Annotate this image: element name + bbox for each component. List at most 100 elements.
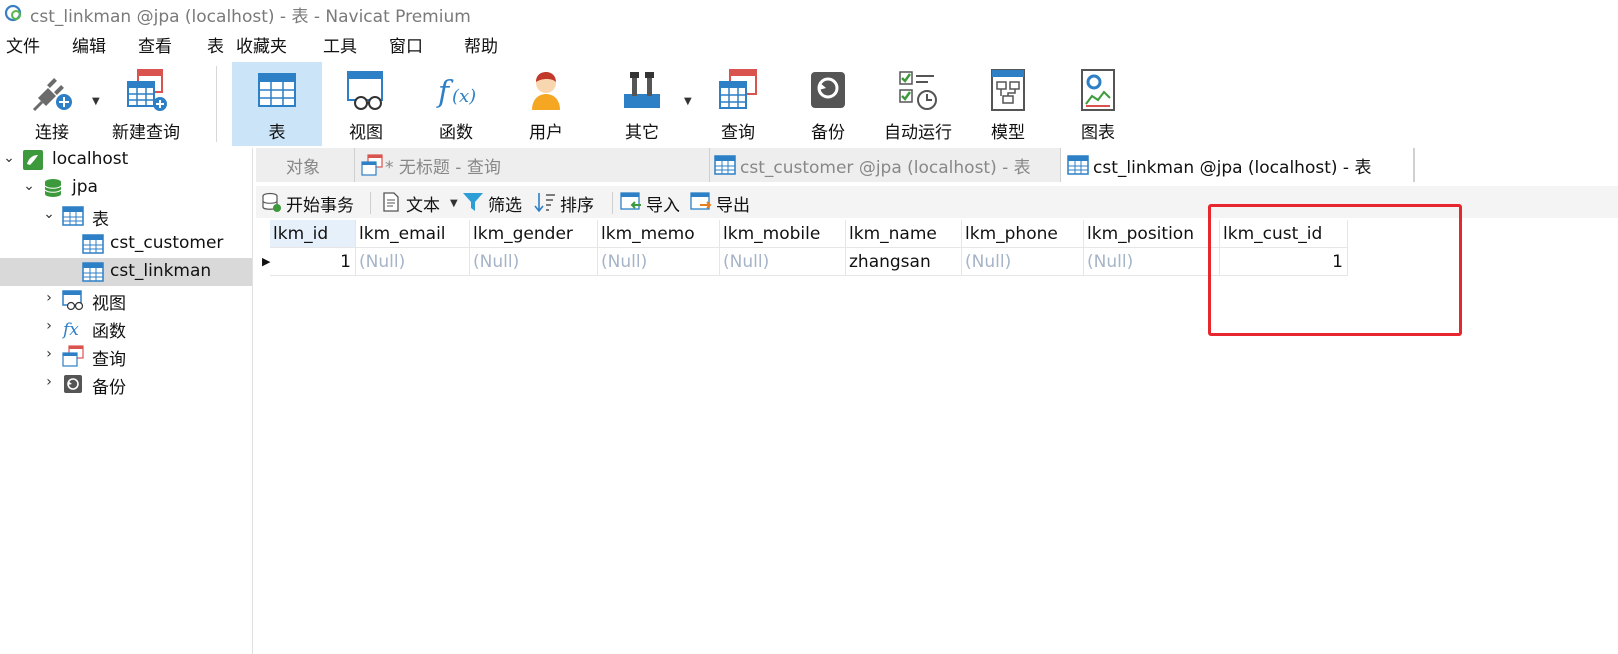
chevron-right-icon[interactable]: › xyxy=(42,346,56,362)
tree-group-queries[interactable]: › 查询 xyxy=(0,342,252,370)
new-query-button[interactable]: 新建查询 xyxy=(106,62,186,146)
table-icon xyxy=(62,206,84,226)
menu-edit[interactable]: 编辑 xyxy=(72,32,106,57)
chevron-down-icon[interactable]: ⌄ xyxy=(2,150,16,166)
menu-view[interactable]: 查看 xyxy=(138,32,172,57)
menu-table[interactable]: 表 xyxy=(207,32,224,57)
query-button[interactable]: 查询 xyxy=(698,62,778,146)
object-tree-sidebar: ⌄ localhost ⌄ jpa ⌄ 表 cst_customer cst_l… xyxy=(0,148,253,654)
cell-lkm-gender[interactable]: (Null) xyxy=(470,248,598,276)
column-header-lkm-name[interactable]: lkm_name xyxy=(846,220,962,248)
column-header-lkm-id[interactable]: lkm_id xyxy=(270,220,356,248)
menu-tools[interactable]: 工具 xyxy=(323,32,357,57)
column-header-lkm-position[interactable]: lkm_position xyxy=(1084,220,1220,248)
export-label: 导出 xyxy=(716,196,750,216)
cell-lkm-phone[interactable]: (Null) xyxy=(962,248,1084,276)
plug-icon xyxy=(32,78,72,112)
action-divider xyxy=(370,192,371,214)
chevron-right-icon[interactable]: › xyxy=(42,374,56,390)
tree-connection-localhost[interactable]: ⌄ localhost xyxy=(0,146,252,174)
model-label: 模型 xyxy=(991,123,1025,143)
menu-window[interactable]: 窗口 xyxy=(389,32,423,57)
connect-dropdown-icon[interactable]: ▼ xyxy=(92,96,100,107)
tree-database-jpa[interactable]: ⌄ jpa xyxy=(0,174,252,202)
menu-favorites[interactable]: 收藏夹 xyxy=(236,32,287,57)
other-dropdown-icon[interactable]: ▼ xyxy=(684,96,692,107)
sort-icon xyxy=(534,193,555,213)
cell-lkm-position[interactable]: (Null) xyxy=(1084,248,1220,276)
text-dropdown-icon[interactable]: ▼ xyxy=(450,198,458,209)
sort-button[interactable]: 排序 xyxy=(534,188,606,216)
tree-label-tables: 表 xyxy=(92,210,109,230)
tab-objects[interactable]: 对象 xyxy=(256,148,355,182)
filter-button[interactable]: 筛选 xyxy=(462,188,532,216)
chevron-down-icon[interactable]: ⌄ xyxy=(42,206,56,222)
tab-untitled-query[interactable]: * 无标题 - 查询 xyxy=(355,148,710,182)
backup-icon xyxy=(64,375,82,393)
text-button[interactable]: 文本 ▼ xyxy=(380,188,460,216)
tree-table-cst-linkman[interactable]: cst_linkman xyxy=(0,258,252,286)
chevron-right-icon[interactable]: › xyxy=(42,318,56,334)
chart-label: 图表 xyxy=(1081,123,1115,143)
cell-lkm-email[interactable]: (Null) xyxy=(356,248,470,276)
chevron-right-icon[interactable]: › xyxy=(42,290,56,306)
tree-label-views: 视图 xyxy=(92,294,126,314)
other-button[interactable]: 其它 xyxy=(602,62,682,146)
new-query-icon xyxy=(127,69,167,111)
view-button[interactable]: 视图 xyxy=(326,62,406,146)
column-header-lkm-email[interactable]: lkm_email xyxy=(356,220,470,248)
data-grid: lkm_id lkm_email lkm_gender lkm_memo lkm… xyxy=(256,220,1618,654)
cell-lkm-cust-id[interactable]: 1 xyxy=(1220,248,1348,276)
tree-group-tables[interactable]: ⌄ 表 xyxy=(0,202,252,230)
tab-cst-linkman[interactable]: cst_linkman @jpa (localhost) - 表 xyxy=(1061,148,1414,182)
database-icon xyxy=(44,179,62,197)
function-label: 函数 xyxy=(439,123,473,143)
cell-lkm-name[interactable]: zhangsan xyxy=(846,248,962,276)
other-label: 其它 xyxy=(625,123,659,143)
connect-button[interactable]: 连接 xyxy=(10,62,94,146)
column-header-lkm-gender[interactable]: lkm_gender xyxy=(470,220,598,248)
model-button[interactable]: 模型 xyxy=(968,62,1048,146)
import-button[interactable]: 导入 xyxy=(620,188,692,216)
export-button[interactable]: 导出 xyxy=(690,188,762,216)
menu-file[interactable]: 文件 xyxy=(6,32,40,57)
user-button[interactable]: 用户 xyxy=(506,62,586,146)
tab-bar: 对象 * 无标题 - 查询 cst_customer @jpa (localho… xyxy=(256,148,1618,182)
cell-lkm-id[interactable]: 1 xyxy=(270,248,356,276)
export-icon xyxy=(690,192,712,210)
tree-group-functions[interactable]: › fx 函数 xyxy=(0,314,252,342)
backup-button[interactable]: 备份 xyxy=(788,62,868,146)
tree-label-cst-customer: cst_customer xyxy=(110,233,224,253)
tree-label-queries: 查询 xyxy=(92,350,126,370)
cell-lkm-mobile[interactable]: (Null) xyxy=(720,248,846,276)
table-icon xyxy=(714,155,736,175)
table-action-bar: 开始事务 文本 ▼ 筛选 排序 导入 导出 xyxy=(256,186,1618,218)
menu-help[interactable]: 帮助 xyxy=(464,32,498,57)
model-icon xyxy=(991,69,1025,111)
backup-icon xyxy=(811,72,845,108)
tab-cst-customer[interactable]: cst_customer @jpa (localhost) - 表 xyxy=(710,148,1061,182)
tab-label-objects: 对象 xyxy=(286,158,320,178)
cell-lkm-memo[interactable]: (Null) xyxy=(598,248,720,276)
chart-button[interactable]: 图表 xyxy=(1058,62,1138,146)
function-button[interactable]: f (x) 函数 xyxy=(416,62,496,146)
column-header-lkm-memo[interactable]: lkm_memo xyxy=(598,220,720,248)
autorun-label: 自动运行 xyxy=(884,123,952,143)
column-header-lkm-phone[interactable]: lkm_phone xyxy=(962,220,1084,248)
text-label: 文本 xyxy=(406,196,440,216)
tree-group-backups[interactable]: › 备份 xyxy=(0,370,252,398)
table-button[interactable]: 表 xyxy=(232,62,322,146)
column-header-lkm-cust-id[interactable]: lkm_cust_id xyxy=(1220,220,1348,248)
tree-label-functions: 函数 xyxy=(92,322,126,342)
title-bar: cst_linkman @jpa (localhost) - 表 - Navic… xyxy=(0,0,1618,27)
chevron-down-icon[interactable]: ⌄ xyxy=(22,178,36,194)
table-icon xyxy=(258,73,296,107)
column-header-lkm-mobile[interactable]: lkm_mobile xyxy=(720,220,846,248)
tree-table-cst-customer[interactable]: cst_customer xyxy=(0,230,252,258)
begin-transaction-button[interactable]: 开始事务 xyxy=(260,188,364,216)
transaction-icon xyxy=(262,192,281,212)
autorun-button[interactable]: 自动运行 xyxy=(878,62,958,146)
connect-label: 连接 xyxy=(35,123,69,143)
tree-group-views[interactable]: › 视图 xyxy=(0,286,252,314)
view-icon xyxy=(62,290,84,311)
